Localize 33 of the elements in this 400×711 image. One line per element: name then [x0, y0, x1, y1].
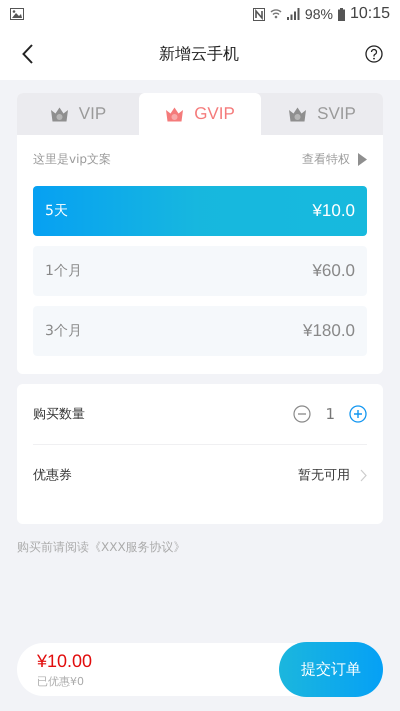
minus-icon[interactable]	[293, 405, 312, 423]
quantity-value: 1	[325, 405, 335, 423]
play-arrow-icon	[358, 152, 367, 166]
plus-icon[interactable]	[349, 405, 367, 423]
back-icon[interactable]	[22, 44, 33, 64]
crown-icon	[165, 106, 184, 122]
discount-text: 已优惠¥0	[37, 674, 85, 688]
signal-icon	[286, 8, 300, 20]
crown-icon	[288, 106, 308, 122]
tier-tab[interactable]: SVIP	[261, 93, 383, 135]
submit-order-button[interactable]: 提交订单	[279, 642, 383, 697]
plan-option[interactable]: 5天 ¥10.0	[33, 186, 367, 236]
battery-level: 98%	[304, 6, 333, 22]
image-icon	[10, 8, 24, 20]
chevron-right-icon	[360, 468, 367, 482]
tier-tab[interactable]: VIP	[17, 93, 139, 135]
intro-text: 这里是vip文案	[33, 150, 112, 168]
plan-option[interactable]: 1个月 ¥60.0	[33, 246, 367, 296]
help-icon[interactable]	[365, 45, 383, 63]
coupon-selector[interactable]: 暂无可用	[298, 466, 367, 484]
page-title: 新增云手机	[159, 44, 239, 64]
agreement-text: 购买前请阅读《XXX服务协议》	[17, 539, 187, 556]
nfc-icon	[252, 8, 265, 20]
clock: 10:15	[350, 5, 390, 23]
tier-tab[interactable]: GVIP	[139, 93, 261, 135]
total-price: ¥10.00	[37, 650, 92, 672]
privileges-link[interactable]: 查看特权	[302, 150, 367, 168]
battery-icon	[338, 8, 345, 20]
quantity-label: 购买数量	[33, 406, 85, 423]
wifi-icon	[270, 8, 282, 20]
crown-icon	[50, 106, 69, 122]
plan-option[interactable]: 3个月 ¥180.0	[33, 306, 367, 356]
coupon-label: 优惠券	[33, 467, 72, 484]
